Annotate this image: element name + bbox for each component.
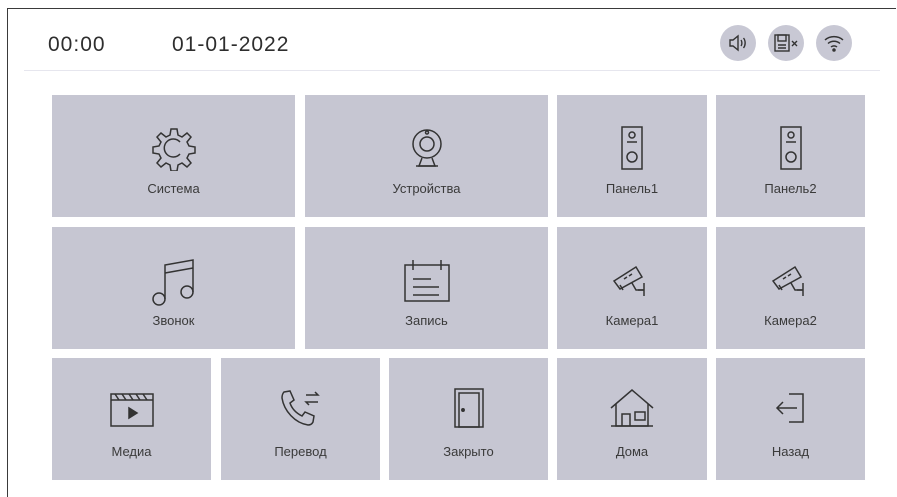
notepad-icon bbox=[305, 257, 548, 305]
tile-perevod[interactable]: Перевод bbox=[221, 358, 380, 480]
sd-card-error-icon[interactable] bbox=[768, 25, 804, 61]
tile-label: Камера1 bbox=[605, 313, 659, 328]
tile-label: Медиа bbox=[111, 444, 152, 459]
tile-label: Звонок bbox=[152, 313, 195, 328]
tile-zapis[interactable]: Запись bbox=[305, 227, 548, 349]
door-panel-icon bbox=[716, 125, 865, 171]
tile-label: Перевод bbox=[274, 444, 327, 459]
tile-ustroystva[interactable]: Устройства bbox=[305, 95, 548, 217]
exit-arrow-icon bbox=[716, 386, 865, 430]
wifi-icon[interactable] bbox=[816, 25, 852, 61]
cctv-camera-icon bbox=[557, 257, 707, 301]
tile-zvonok[interactable]: Звонок bbox=[52, 227, 295, 349]
header-divider bbox=[24, 70, 880, 71]
tile-label: Панель2 bbox=[764, 181, 817, 196]
tile-label: Запись bbox=[405, 313, 448, 328]
tile-label: Система bbox=[147, 181, 200, 196]
tile-label: Панель1 bbox=[605, 181, 659, 196]
tile-zakryto[interactable]: Закрыто bbox=[389, 358, 548, 480]
tile-label: Дома bbox=[615, 444, 649, 459]
tile-kamera1[interactable]: Камера1 bbox=[557, 227, 707, 349]
cctv-camera-icon bbox=[716, 257, 865, 301]
tile-label: Назад bbox=[771, 444, 810, 459]
tile-panel1[interactable]: Панель1 bbox=[557, 95, 707, 217]
speaker-icon[interactable] bbox=[720, 25, 756, 61]
tile-doma[interactable]: Дома bbox=[557, 358, 707, 480]
clock-date: 01-01-2022 bbox=[172, 33, 290, 56]
door-panel-icon bbox=[557, 125, 707, 171]
music-note-icon bbox=[52, 257, 295, 307]
gear-icon bbox=[52, 125, 295, 171]
webcam-icon bbox=[305, 125, 548, 171]
tile-label: Устройства bbox=[392, 181, 461, 196]
video-clapperboard-icon bbox=[52, 386, 211, 430]
status-bar: 00:00 01-01-2022 bbox=[8, 9, 897, 70]
tile-media[interactable]: Медиа bbox=[52, 358, 211, 480]
home-icon bbox=[557, 386, 707, 430]
tile-nazad[interactable]: Назад bbox=[716, 358, 865, 480]
screen-frame: 00:00 01-01-2022 Система Устройства Пане… bbox=[7, 8, 896, 497]
clock-time: 00:00 bbox=[48, 33, 106, 56]
tile-label: Закрыто bbox=[443, 444, 494, 459]
tile-sistema[interactable]: Система bbox=[52, 95, 295, 217]
call-transfer-icon bbox=[221, 386, 380, 430]
tile-panel2[interactable]: Панель2 bbox=[716, 95, 865, 217]
tile-label: Камера2 bbox=[764, 313, 817, 328]
door-closed-icon bbox=[389, 386, 548, 430]
tile-kamera2[interactable]: Камера2 bbox=[716, 227, 865, 349]
